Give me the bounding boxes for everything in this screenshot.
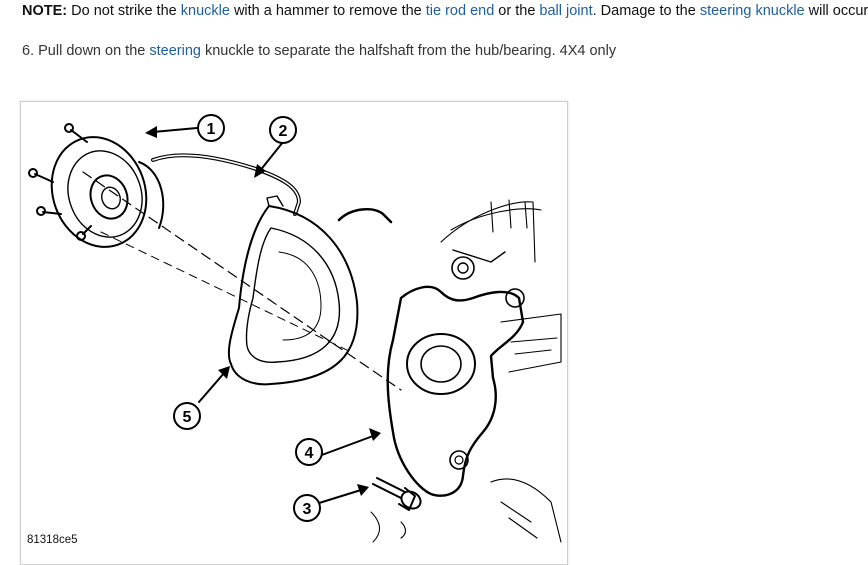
callout-5: 5 bbox=[173, 402, 201, 430]
sensor-wire bbox=[151, 153, 301, 216]
suspension-background bbox=[370, 199, 562, 543]
note-label: NOTE: bbox=[22, 3, 68, 19]
link-tie-rod-end[interactable]: tie rod end bbox=[426, 3, 495, 19]
note-paragraph: NOTE: Do not strike the knuckle with a h… bbox=[22, 3, 868, 19]
figure-id-label: 81318ce5 bbox=[27, 534, 78, 546]
link-ball-joint[interactable]: ball joint bbox=[539, 3, 592, 19]
callout-3: 3 bbox=[293, 494, 321, 522]
note-text-4: . Damage to the bbox=[592, 3, 700, 19]
link-steering-knuckle[interactable]: steering knuckle bbox=[700, 3, 805, 19]
note-text-1: Do not strike the bbox=[67, 3, 181, 19]
svg-text:5: 5 bbox=[183, 409, 192, 426]
steering-knuckle-part bbox=[386, 249, 525, 497]
hub-bearing-part bbox=[28, 123, 165, 248]
note-text-3: or the bbox=[494, 3, 540, 19]
note-text-2: with a hammer to remove the bbox=[229, 3, 426, 19]
svg-text:4: 4 bbox=[305, 445, 314, 462]
callout-2: 2 bbox=[269, 116, 297, 144]
svg-text:2: 2 bbox=[279, 123, 288, 140]
step-6-paragraph: 6. Pull down on the steering knuckle to … bbox=[22, 43, 616, 59]
svg-text:3: 3 bbox=[303, 501, 312, 518]
callout-4: 4 bbox=[295, 438, 323, 466]
step-text-2: knuckle to separate the halfshaft from t… bbox=[200, 43, 617, 59]
exploded-diagram-figure: 1 2 3 4 5 81318ce5 bbox=[20, 101, 568, 565]
link-steering[interactable]: steering bbox=[149, 43, 201, 59]
callout-1: 1 bbox=[197, 114, 225, 142]
link-knuckle[interactable]: knuckle bbox=[181, 3, 230, 19]
svg-text:1: 1 bbox=[207, 121, 216, 138]
step-text-1: 6. Pull down on the bbox=[22, 43, 150, 59]
hub-knuckle-line-drawing: 1 2 3 4 5 bbox=[28, 114, 562, 543]
note-text-5: will occur. bbox=[804, 3, 868, 19]
dust-shield-part bbox=[227, 195, 393, 386]
